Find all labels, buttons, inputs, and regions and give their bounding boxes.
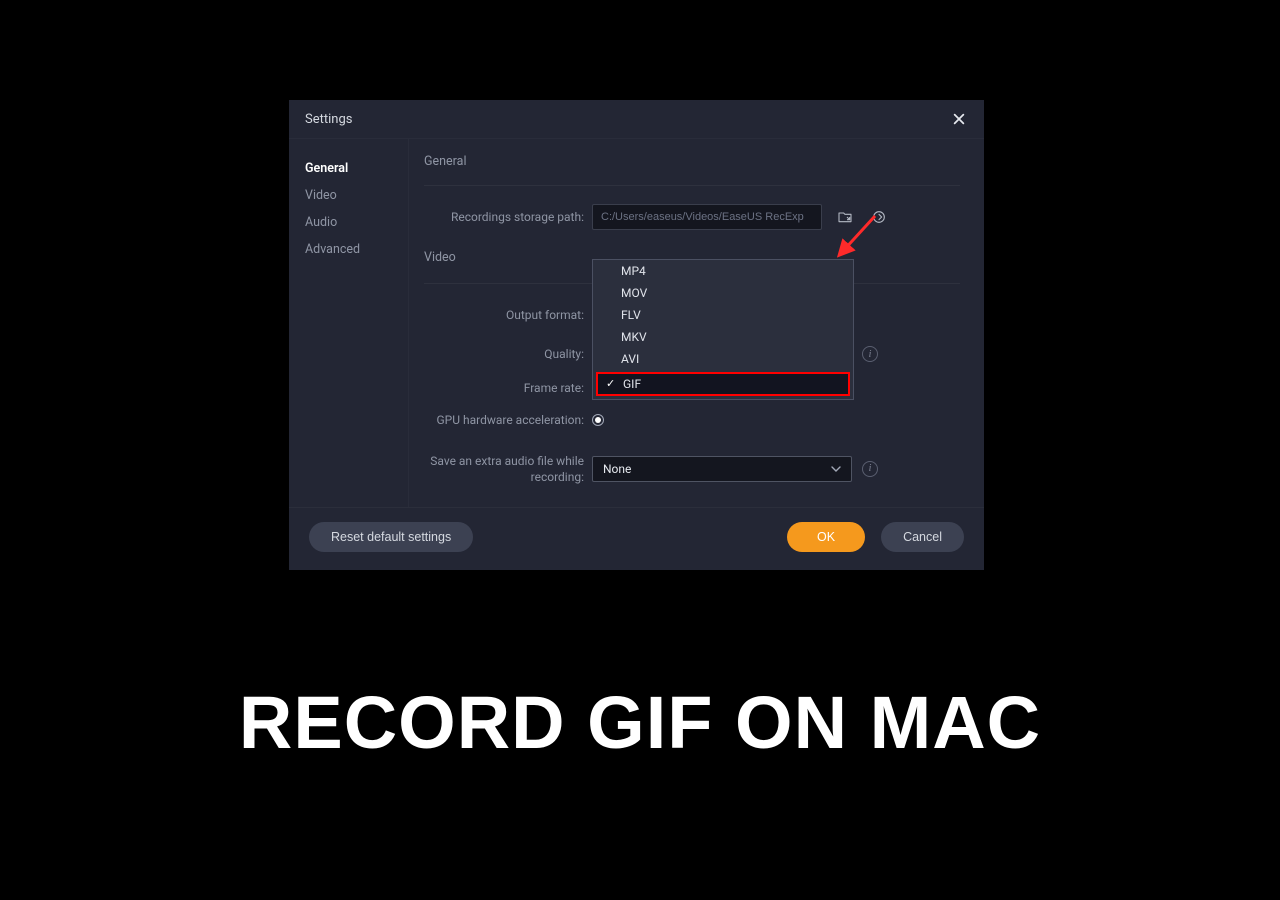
close-icon[interactable] — [950, 110, 968, 128]
settings-dialog: Settings General Video Audio Advanced Ge… — [289, 100, 984, 570]
sidebar: General Video Audio Advanced — [289, 139, 409, 507]
dropdown-option-mp4[interactable]: MP4 — [593, 260, 853, 282]
sidebar-item-audio[interactable]: Audio — [289, 209, 408, 236]
info-icon[interactable]: i — [862, 461, 878, 477]
dropdown-option-flv[interactable]: FLV — [593, 304, 853, 326]
ok-button[interactable]: OK — [787, 522, 865, 552]
cancel-button[interactable]: Cancel — [881, 522, 964, 552]
row-gpu: GPU hardware acceleration: — [424, 412, 960, 428]
dialog-footer: Reset default settings OK Cancel — [289, 507, 984, 570]
sidebar-item-general[interactable]: General — [289, 155, 408, 182]
label-output-format: Output format: — [424, 307, 592, 323]
gpu-radio[interactable] — [592, 414, 604, 426]
label-recordings-path: Recordings storage path: — [424, 209, 592, 225]
label-frame-rate: Frame rate: — [424, 380, 592, 396]
titlebar: Settings — [289, 100, 984, 138]
sidebar-item-advanced[interactable]: Advanced — [289, 236, 408, 263]
main-panel: General Recordings storage path: Video O… — [409, 139, 984, 507]
dropdown-option-gif[interactable]: GIF — [596, 372, 850, 396]
reset-defaults-button[interactable]: Reset default settings — [309, 522, 473, 552]
label-quality: Quality: — [424, 346, 592, 362]
select-value: None — [603, 462, 631, 476]
output-format-dropdown: MP4 MOV FLV MKV AVI GIF — [592, 259, 854, 400]
browse-folder-icon[interactable] — [834, 206, 856, 228]
recordings-path-input[interactable] — [592, 204, 822, 230]
open-location-icon[interactable] — [868, 206, 890, 228]
dropdown-option-avi[interactable]: AVI — [593, 348, 853, 370]
dropdown-option-mov[interactable]: MOV — [593, 282, 853, 304]
sidebar-item-video[interactable]: Video — [289, 182, 408, 209]
sidebar-item-label: Audio — [305, 215, 337, 230]
dialog-body: General Video Audio Advanced General Rec… — [289, 138, 984, 507]
label-gpu: GPU hardware acceleration: — [424, 412, 592, 428]
sidebar-item-label: General — [305, 161, 348, 176]
row-save-audio: Save an extra audio file while recording… — [424, 453, 960, 485]
chevron-down-icon — [831, 464, 841, 474]
sidebar-item-label: Advanced — [305, 242, 360, 257]
row-recordings-path: Recordings storage path: — [424, 204, 960, 230]
section-heading-general: General — [424, 154, 960, 186]
banner-text: RECORD GIF ON MAC — [0, 680, 1280, 765]
label-save-audio: Save an extra audio file while recording… — [424, 453, 592, 485]
info-icon[interactable]: i — [862, 346, 878, 362]
dialog-title: Settings — [305, 112, 352, 127]
dropdown-option-mkv[interactable]: MKV — [593, 326, 853, 348]
save-audio-select[interactable]: None — [592, 456, 852, 482]
sidebar-item-label: Video — [305, 188, 337, 203]
